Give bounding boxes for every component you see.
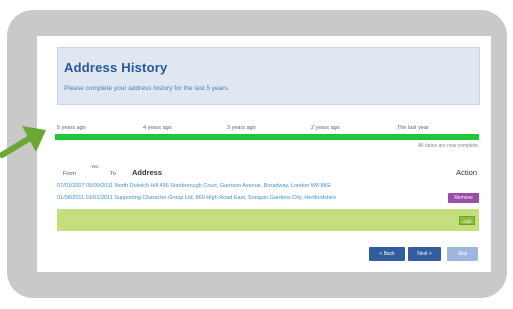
address-row[interactable]: 07/01/2007 05/09/2011 North Dulwich Hill…: [57, 183, 429, 189]
address-history-header: Address History Please complete your add…: [57, 47, 480, 105]
timeline-label: The last year: [397, 125, 429, 131]
column-header-action: Action: [456, 168, 477, 177]
completion-note: All dates are now complete: [417, 143, 478, 149]
next-button[interactable]: Next >: [408, 247, 441, 261]
skip-button[interactable]: Skip: [447, 247, 478, 261]
timeline-label: 2 years ago: [311, 125, 340, 131]
timeline-label: 3 years ago: [227, 125, 256, 131]
add-address-bar: Add: [57, 209, 479, 231]
column-header-from-sub: Yes: [91, 164, 99, 169]
timeline-progress-fill: [55, 134, 479, 140]
timeline-labels: 5 years ago 4 years ago 3 years ago 2 ye…: [57, 125, 479, 133]
add-address-button[interactable]: Add: [459, 216, 475, 225]
timeline-label: 4 years ago: [143, 125, 172, 131]
column-header-from: From: [63, 171, 76, 177]
column-header-to: To: [110, 171, 116, 177]
page-title: Address History: [64, 60, 168, 75]
page-subtitle: Please complete your address history for…: [64, 85, 230, 92]
timeline-label: 5 years ago: [57, 125, 86, 131]
arrow-right-icon: [0, 126, 46, 158]
address-row[interactable]: 01/08/2011 01/01/2011 Supporting Charact…: [57, 195, 429, 201]
column-header-address: Address: [132, 168, 163, 177]
table-header: From Yes To Address Action: [57, 163, 479, 181]
timeline-progress-bar: [55, 134, 479, 140]
remove-button[interactable]: Remove: [448, 193, 479, 203]
back-button[interactable]: < Back: [369, 247, 405, 261]
